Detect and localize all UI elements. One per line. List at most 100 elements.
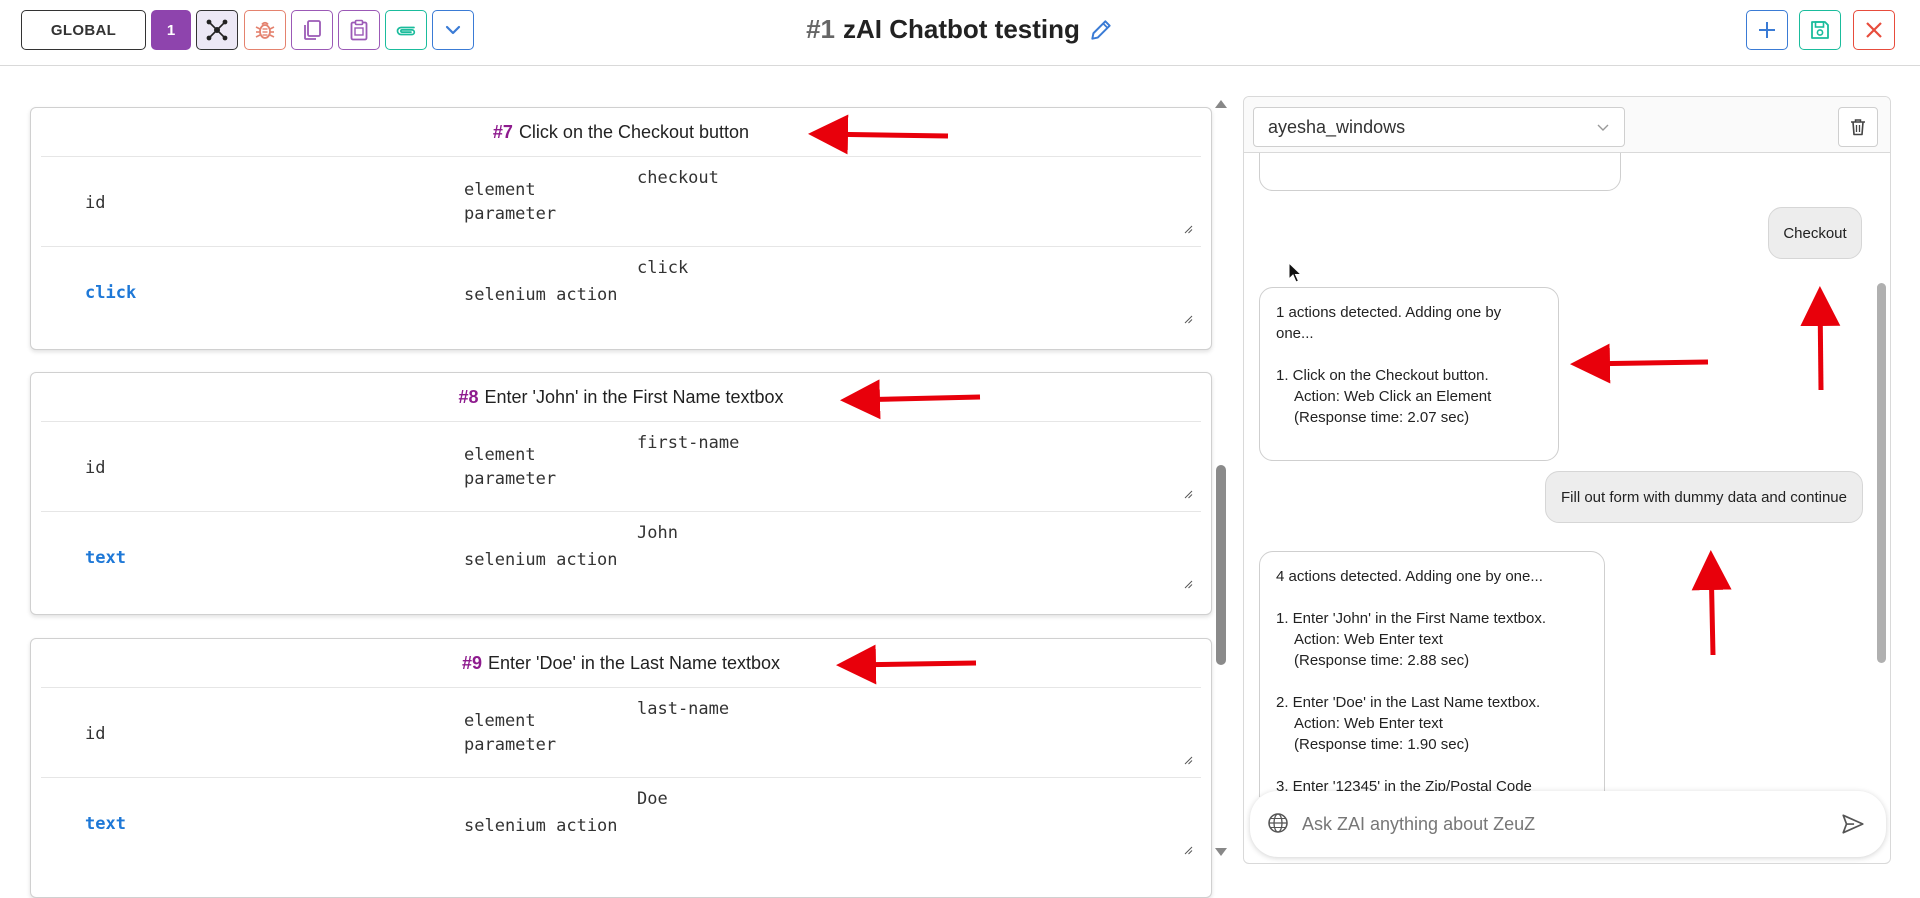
param-value: first-name	[637, 433, 740, 453]
graph-icon	[206, 19, 228, 41]
bot-action-item: 1. Click on the Checkout button. Action:…	[1276, 365, 1542, 428]
bot-action-title: 2. Enter 'Doe' in the Last Name textbox.	[1276, 694, 1541, 711]
steps-scrollbar[interactable]	[1216, 465, 1226, 665]
scroll-down-arrow-icon[interactable]	[1215, 848, 1227, 856]
param-value-field[interactable]: Doe	[637, 789, 1193, 855]
bot-message-bubble: 1 actions detected. Adding one by one...…	[1259, 287, 1559, 461]
param-value-field[interactable]: checkout	[637, 168, 1193, 234]
param-key: click	[85, 283, 137, 303]
mouse-cursor-icon	[1288, 262, 1303, 283]
param-type-line: selenium action	[464, 816, 618, 836]
add-button[interactable]	[1746, 10, 1788, 50]
step-title[interactable]: #7 Click on the Checkout button	[31, 108, 1211, 156]
resize-grip-icon[interactable]	[1183, 224, 1193, 234]
param-type-line: element	[464, 711, 536, 731]
param-type: selenium action	[464, 814, 634, 838]
param-row: text selenium action Doe	[31, 777, 1211, 867]
param-type-line: selenium action	[464, 285, 618, 305]
step-title[interactable]: #8 Enter 'John' in the First Name textbo…	[31, 373, 1211, 421]
param-key: text	[85, 548, 126, 568]
chat-header: ayesha_windows	[1244, 97, 1890, 153]
clear-chat-button[interactable]	[1838, 107, 1878, 147]
trash-icon	[1851, 119, 1865, 136]
bot-action-title: 1. Enter 'John' in the First Name textbo…	[1276, 610, 1547, 627]
close-button[interactable]	[1853, 10, 1895, 50]
globe-icon[interactable]	[1266, 811, 1290, 835]
param-type: element parameter	[464, 178, 634, 226]
bot-action-type: Action: Web Click an Element	[1294, 388, 1492, 405]
chat-scrollbar[interactable]	[1877, 283, 1886, 663]
close-icon	[1866, 22, 1882, 38]
param-type: element parameter	[464, 443, 634, 491]
bot-action-time: (Response time: 2.07 sec)	[1294, 409, 1470, 426]
step-card-9: #9 Enter 'Doe' in the Last Name textbox …	[30, 638, 1212, 898]
more-options-button[interactable]	[432, 10, 474, 50]
param-type-line: parameter	[464, 469, 557, 489]
param-key: text	[85, 814, 126, 834]
graph-button[interactable]	[196, 10, 238, 50]
global-button[interactable]: GLOBAL	[21, 10, 146, 50]
user-message-text: Fill out form with dummy data and contin…	[1561, 488, 1847, 506]
model-select-value: ayesha_windows	[1268, 116, 1406, 137]
param-type-line: parameter	[464, 204, 557, 224]
clipboard-icon	[350, 19, 368, 41]
param-key: id	[85, 193, 106, 213]
save-button[interactable]	[1799, 10, 1841, 50]
resize-grip-icon[interactable]	[1183, 579, 1193, 589]
bot-message-header: 4 actions detected. Adding one by one...	[1276, 568, 1543, 585]
resize-grip-icon[interactable]	[1183, 489, 1193, 499]
param-key: id	[85, 724, 106, 744]
step-title[interactable]: #9 Enter 'Doe' in the Last Name textbox	[31, 639, 1211, 687]
chevron-down-icon	[445, 25, 461, 35]
param-type-line: selenium action	[464, 550, 618, 570]
param-value-field[interactable]: last-name	[637, 699, 1193, 765]
send-icon[interactable]	[1840, 811, 1866, 837]
debug-button[interactable]	[244, 10, 286, 50]
chevron-down-icon	[1597, 124, 1609, 131]
bot-action-time: (Response time: 1.90 sec)	[1294, 736, 1470, 753]
param-type-line: element	[464, 445, 536, 465]
param-value: John	[637, 523, 678, 543]
user-message-bubble: Fill out form with dummy data and contin…	[1545, 471, 1863, 523]
bot-message-header: 1 actions detected. Adding one by one...	[1276, 304, 1502, 342]
resize-grip-icon[interactable]	[1183, 845, 1193, 855]
step-count-button[interactable]: 1	[151, 10, 191, 50]
resize-grip-icon[interactable]	[1183, 755, 1193, 765]
copy-button[interactable]	[291, 10, 333, 50]
param-value-field[interactable]: John	[637, 523, 1193, 589]
model-select[interactable]: ayesha_windows	[1253, 107, 1625, 147]
page-title: #1 zAI Chatbot testing	[0, 14, 1920, 45]
step-title-text: Enter 'John' in the First Name textbox	[484, 386, 784, 407]
chat-panel: ayesha_windows Checkout 1 actions detect…	[1243, 96, 1891, 864]
chat-input[interactable]	[1302, 809, 1822, 839]
param-row: text selenium action John	[31, 511, 1211, 601]
step-card-7: #7 Click on the Checkout button id eleme…	[30, 107, 1212, 350]
bot-action-time: (Response time: 2.88 sec)	[1294, 652, 1470, 669]
param-value-field[interactable]: click	[637, 258, 1193, 324]
test-case-number: #1	[806, 14, 836, 44]
param-value-field[interactable]: first-name	[637, 433, 1193, 499]
paste-button[interactable]	[338, 10, 380, 50]
step-number: #8	[458, 386, 479, 407]
param-value: Doe	[637, 789, 668, 809]
param-type: element parameter	[464, 709, 634, 757]
param-value: last-name	[637, 699, 730, 719]
save-icon	[1811, 21, 1829, 39]
test-case-title: zAI Chatbot testing	[843, 14, 1080, 44]
scroll-up-arrow-icon[interactable]	[1215, 100, 1227, 108]
bot-message-bubble: 4 actions detected. Adding one by one...…	[1259, 551, 1605, 797]
attach-button[interactable]	[385, 10, 427, 50]
bug-icon	[255, 21, 275, 39]
param-row: click selenium action click	[31, 246, 1211, 336]
step-title-text: Enter 'Doe' in the Last Name textbox	[488, 652, 781, 673]
param-type: selenium action	[464, 548, 634, 572]
param-value: click	[637, 258, 689, 278]
step-number: #9	[461, 652, 482, 673]
pencil-icon[interactable]	[1088, 17, 1114, 43]
plus-icon	[1759, 22, 1775, 38]
resize-grip-icon[interactable]	[1183, 314, 1193, 324]
bot-action-type: Action: Web Enter text	[1294, 715, 1443, 732]
copy-icon	[304, 20, 321, 40]
chat-input-bar	[1250, 791, 1886, 857]
step-number: #7	[492, 121, 513, 142]
